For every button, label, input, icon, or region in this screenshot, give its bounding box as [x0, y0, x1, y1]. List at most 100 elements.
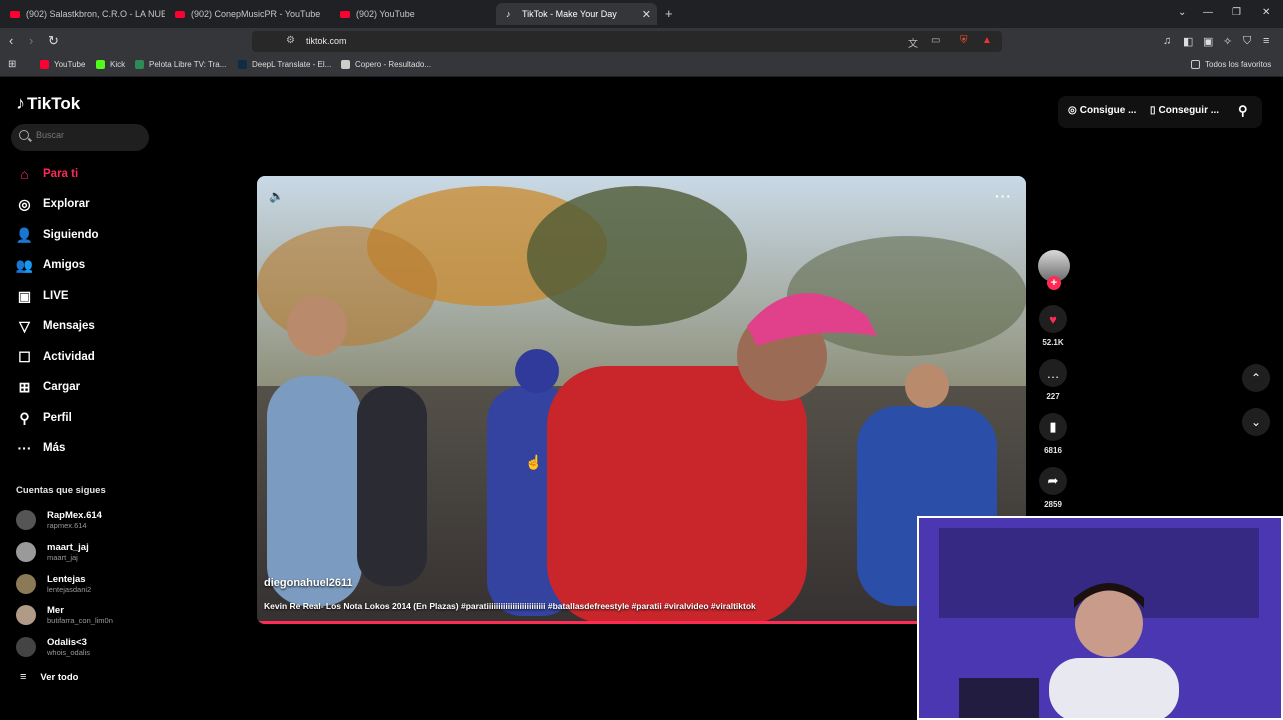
following-account[interactable]: RapMex.614 rapmex.614 [16, 506, 102, 534]
video-author[interactable]: diegonahuel2611 [264, 577, 353, 589]
bookmark-pelota[interactable]: Pelota Libre TV: Tra... [135, 60, 226, 69]
search-input[interactable] [36, 130, 141, 140]
account-handle: butifarra_con_lim0n [47, 616, 113, 625]
kick-icon [96, 60, 105, 69]
wallet-icon[interactable]: ▣ [1203, 35, 1213, 48]
get-coins-label: Consigue ... [1079, 105, 1137, 116]
share-button[interactable]: ➦ 2859 [1033, 467, 1073, 509]
browser-tab-bar: (902) Salastkbron, C.R.O - LA NUEVA (902… [0, 0, 1283, 28]
save-button[interactable]: ▮ 6816 [1033, 413, 1073, 455]
share-count: 2859 [1044, 500, 1062, 509]
site-info-icon[interactable]: ⚙ [286, 35, 295, 46]
nav-label: Amigos [43, 259, 86, 271]
see-all-button[interactable]: ≡ Ver todo [20, 671, 78, 683]
brave-shield-icon[interactable]: ⛨ [960, 35, 968, 46]
close-window-icon[interactable]: ✕ [1262, 7, 1270, 18]
account-handle: maart_jaj [47, 553, 78, 562]
comment-button[interactable]: … 227 [1033, 359, 1073, 401]
youtube-icon [10, 10, 20, 18]
close-tab-icon[interactable]: ✕ [642, 8, 651, 21]
mute-icon[interactable]: 🔈 [269, 189, 284, 203]
tiktok-logo[interactable]: ♪ TikTok [16, 93, 80, 114]
top-actions: ◎ Consigue ... ▯ Conseguir ... ⚲ [1058, 96, 1262, 128]
folder-icon [1191, 60, 1200, 69]
bookmarks-bar: ⊞ YouTube Kick Pelota Libre TV: Tra... D… [0, 55, 1283, 77]
video-progress-bar[interactable] [257, 621, 1026, 624]
reload-icon[interactable]: ↻ [48, 33, 59, 49]
heart-icon: ♥ [1039, 305, 1067, 333]
get-coins-button[interactable]: ◎ Consigue ... [1068, 105, 1136, 116]
nav-label: LIVE [43, 290, 69, 302]
account-name: maart_jaj [47, 542, 89, 553]
more-icon: ··· [17, 440, 32, 456]
more-options-icon[interactable]: ··· [995, 188, 1012, 204]
profile-avatar-icon[interactable]: ⚲ [1238, 103, 1248, 119]
logo-text: TikTok [27, 93, 81, 113]
restore-icon[interactable]: ❐ [1232, 7, 1241, 18]
account-handle: lentejasdani2 [47, 585, 92, 594]
address-bar-row: ‹ › ↻ ▯ ⚙ tiktok.com 文 ▭ ⛨ ▲ ♫ ◧ ▣ ✧ ⛉ ≡ [0, 28, 1283, 55]
all-bookmarks[interactable]: Todos los favoritos [1191, 60, 1271, 69]
apps-grid-icon[interactable]: ⊞ [8, 59, 16, 70]
bookmark-youtube[interactable]: YouTube [40, 60, 85, 69]
nav-label: Cargar [43, 381, 81, 393]
sidebar-toggle-icon[interactable]: ◧ [1183, 35, 1193, 48]
nav-para-ti[interactable]: ⌂ Para ti [16, 163, 78, 185]
search-box[interactable] [11, 124, 149, 151]
bookmark-kick[interactable]: Kick [96, 60, 125, 69]
forward-icon[interactable]: › [29, 33, 33, 48]
back-icon[interactable]: ‹ [9, 33, 13, 48]
address-input[interactable]: ⚙ tiktok.com 文 ▭ ⛨ ▲ [252, 31, 1002, 52]
get-app-button[interactable]: ▯ Conseguir ... [1150, 105, 1219, 116]
cast-icon[interactable]: ▭ [931, 35, 940, 46]
nav-siguiendo[interactable]: 👤 Siguiendo [16, 224, 99, 246]
nav-mensajes[interactable]: ▽ Mensajes [16, 315, 95, 337]
browser-tab-2[interactable]: (902) ConepMusicPR - YouTube [165, 3, 330, 25]
nav-amigos[interactable]: 👥 Amigos [16, 254, 85, 276]
nav-cargar[interactable]: ⊞ Cargar [16, 376, 80, 398]
media-icon[interactable]: ♫ [1163, 35, 1171, 47]
nav-explorar[interactable]: ◎ Explorar [16, 193, 89, 215]
browser-tab-active[interactable]: ♪ TikTok - Make Your Day ✕ [496, 3, 657, 25]
nav-actividad[interactable]: ☐ Actividad [16, 346, 95, 368]
following-account[interactable]: Mer butifarra_con_lim0n [16, 601, 113, 629]
webcam-overlay [917, 516, 1283, 720]
like-button[interactable]: ♥ 52.1K [1033, 305, 1073, 347]
tiktok-icon: ♪ [16, 93, 25, 113]
following-account[interactable]: maart_jaj maart_jaj [16, 538, 89, 566]
see-all-label: Ver todo [40, 671, 79, 683]
avatar [16, 510, 36, 530]
following-account[interactable]: Lentejas lentejasdani2 [16, 570, 91, 598]
nav-label: Mensajes [43, 320, 95, 332]
leo-icon[interactable]: ✧ [1223, 35, 1232, 48]
nav-perfil[interactable]: ⚲ Perfil [16, 407, 71, 429]
nav-label: Más [43, 442, 66, 454]
previous-video-button[interactable]: ⌃ [1242, 364, 1270, 392]
translate-icon[interactable]: 文 [908, 35, 918, 50]
nav-mas[interactable]: ··· Más [16, 437, 66, 459]
browser-tab-3[interactable]: (902) YouTube [330, 3, 495, 25]
compass-icon: ◎ [18, 195, 31, 212]
next-video-button[interactable]: ⌄ [1242, 408, 1270, 436]
video-player[interactable]: 🔈 ··· diegonahuel2611 Kevin Re Real- Los… [257, 176, 1026, 624]
following-account[interactable]: Odalis<3 whois_odalis [16, 633, 90, 661]
bookmark-deepl[interactable]: DeepL Translate - El... [238, 60, 331, 69]
nav-live[interactable]: ▣ LIVE [16, 285, 69, 307]
tab-title: (902) ConepMusicPR - YouTube [191, 9, 321, 19]
save-count: 6816 [1044, 446, 1062, 455]
tab-search-icon[interactable]: ⌄ [1178, 7, 1186, 18]
follow-plus-icon[interactable]: + [1047, 276, 1061, 290]
rewards-icon[interactable]: ▲ [982, 35, 992, 46]
vpn-icon[interactable]: ⛉ [1243, 35, 1251, 48]
bookmark-copero[interactable]: Copero - Resultado... [341, 60, 431, 69]
menu-icon[interactable]: ≡ [1263, 35, 1269, 47]
browser-tab-1[interactable]: (902) Salastkbron, C.R.O - LA NUEVA [0, 3, 165, 25]
phone-icon: ▯ [1150, 105, 1156, 116]
minimize-icon[interactable]: — [1203, 7, 1213, 18]
tab-title: (902) Salastkbron, C.R.O - LA NUEVA [26, 9, 165, 19]
avatar [16, 542, 36, 562]
bookmark-label: Pelota Libre TV: Tra... [149, 60, 227, 69]
deepl-icon [238, 60, 247, 69]
new-tab-icon[interactable]: + [665, 6, 673, 21]
upload-icon: ⊞ [18, 378, 31, 395]
